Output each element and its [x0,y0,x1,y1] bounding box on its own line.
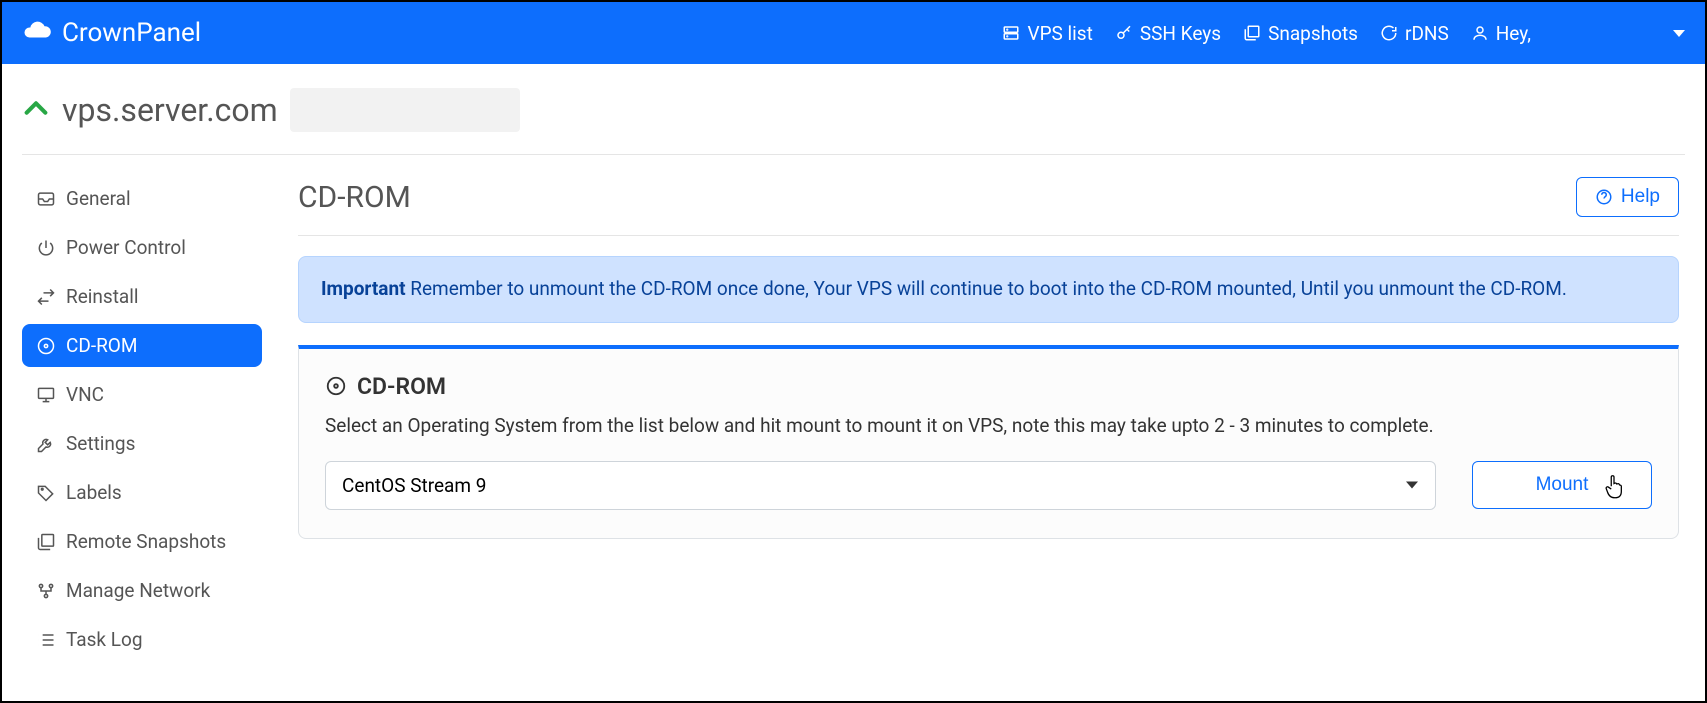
cursor-hand-icon [1603,473,1625,499]
nav-rdns[interactable]: rDNS [1380,22,1449,45]
os-select[interactable]: CentOS Stream 9 [325,461,1436,510]
hostname: vps.server.com [62,91,278,129]
server-icon [1002,24,1020,42]
user-icon [1471,24,1489,42]
top-bar: CrownPanel VPS list SSH Keys Snapshots r… [2,2,1705,64]
alert-strong: Important [321,277,406,300]
sidebar-item-cdrom[interactable]: CD-ROM [22,324,262,367]
nav-user-menu[interactable]: Hey, [1471,22,1531,45]
monitor-icon [36,385,56,405]
os-select-wrap: CentOS Stream 9 [325,461,1436,510]
mount-button[interactable]: Mount [1472,461,1652,509]
power-icon [36,238,56,258]
page-body: General Power Control Reinstall CD-ROM V… [22,155,1685,667]
inbox-icon [36,189,56,209]
reinstall-icon [36,287,56,307]
nav-snapshots[interactable]: Snapshots [1243,22,1358,45]
sidebar-item-general[interactable]: General [22,177,262,220]
page-title: CD-ROM [298,180,411,215]
nav-vps-list[interactable]: VPS list [1002,22,1092,45]
main-header: CD-ROM Help [298,177,1679,236]
cdrom-card: CD-ROM Select an Operating System from t… [298,345,1679,539]
snapshots-icon [1243,24,1261,42]
page-content: vps.server.com General Power Control Rei… [2,64,1705,667]
sidebar-item-task-log[interactable]: Task Log [22,618,262,661]
nav-ssh-keys[interactable]: SSH Keys [1115,22,1221,45]
sidebar-item-settings[interactable]: Settings [22,422,262,465]
status-up-icon [22,94,50,126]
card-description: Select an Operating System from the list… [325,414,1652,437]
brand-name: CrownPanel [62,18,201,48]
key-icon [1115,24,1133,42]
brand[interactable]: CrownPanel [22,15,201,52]
help-button[interactable]: Help [1576,177,1679,217]
disc-icon [36,336,56,356]
sidebar: General Power Control Reinstall CD-ROM V… [22,177,262,667]
sidebar-item-reinstall[interactable]: Reinstall [22,275,262,318]
page-header: vps.server.com [22,82,1685,155]
tag-icon [36,483,56,503]
sidebar-item-vnc[interactable]: VNC [22,373,262,416]
redacted-info [290,88,520,132]
sidebar-item-labels[interactable]: Labels [22,471,262,514]
wrench-icon [36,434,56,454]
snapshots-icon [36,532,56,552]
chevron-down-icon[interactable] [1673,30,1685,37]
rdns-icon [1380,24,1398,42]
list-icon [36,630,56,650]
cloud-icon [22,15,52,52]
top-nav: VPS list SSH Keys Snapshots rDNS Hey, [1002,22,1685,45]
sidebar-item-power-control[interactable]: Power Control [22,226,262,269]
help-icon [1595,188,1613,206]
card-title: CD-ROM [325,373,1652,400]
alert-text: Remember to unmount the CD-ROM once done… [406,277,1567,300]
card-controls: CentOS Stream 9 Mount [325,461,1652,510]
network-icon [36,581,56,601]
sidebar-item-remote-snapshots[interactable]: Remote Snapshots [22,520,262,563]
disc-icon [325,375,347,397]
main-panel: CD-ROM Help Important Remember to unmoun… [298,177,1685,667]
sidebar-item-manage-network[interactable]: Manage Network [22,569,262,612]
important-alert: Important Remember to unmount the CD-ROM… [298,256,1679,323]
